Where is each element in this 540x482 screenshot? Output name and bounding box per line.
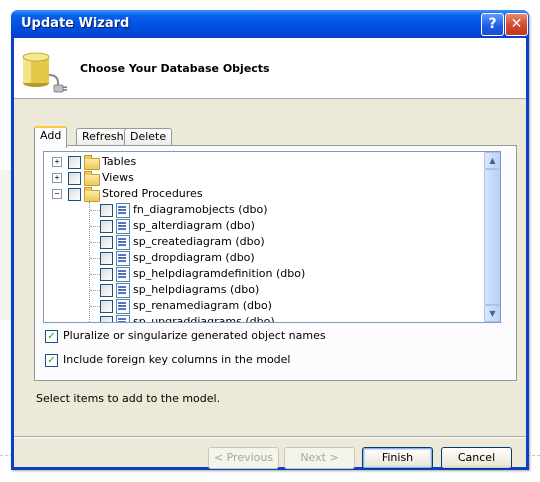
procedure-label: fn_diagramobjects (dbo) bbox=[133, 203, 268, 216]
foreign-keys-checkbox[interactable]: ✓ bbox=[45, 354, 58, 367]
close-icon: ✕ bbox=[510, 16, 523, 32]
pluralize-label: Pluralize or singularize generated objec… bbox=[63, 329, 326, 342]
procedure-checkbox[interactable] bbox=[100, 236, 113, 249]
procedure-checkbox[interactable] bbox=[100, 284, 113, 297]
procedure-checkbox[interactable] bbox=[100, 252, 113, 265]
button-separator bbox=[14, 436, 526, 438]
procedure-label: sp_renamediagram (dbo) bbox=[133, 299, 272, 312]
tree-viewport: + Tables + Views − Stored Procedures fn_… bbox=[44, 152, 484, 322]
stored-procedure-icon bbox=[116, 299, 130, 314]
scroll-up-button[interactable]: ▲ bbox=[484, 152, 500, 169]
next-button[interactable]: Next > bbox=[284, 447, 355, 469]
folder-icon bbox=[84, 187, 100, 202]
tree-item-procedure[interactable]: sp_alterdiagram (dbo) bbox=[44, 218, 484, 234]
database-objects-tree[interactable]: + Tables + Views − Stored Procedures fn_… bbox=[43, 151, 501, 323]
views-checkbox[interactable] bbox=[68, 172, 81, 185]
tree-item-procedure[interactable]: sp_creatediagram (dbo) bbox=[44, 234, 484, 250]
window-title: Update Wizard bbox=[21, 16, 130, 31]
dialog-client: Choose Your Database Objects Add Refresh… bbox=[14, 38, 526, 469]
chevron-up-icon: ▲ bbox=[489, 156, 496, 165]
tree-item-procedure[interactable]: sp_helpdiagramdefinition (dbo) bbox=[44, 266, 484, 282]
expand-icon[interactable]: + bbox=[52, 157, 62, 167]
tree-item-procedure[interactable]: sp_dropdiagram (dbo) bbox=[44, 250, 484, 266]
stored-procedure-icon bbox=[116, 203, 130, 218]
status-text: Select items to add to the model. bbox=[36, 392, 221, 405]
update-wizard-dialog: Update Wizard ? ✕ Choose Your Database O… bbox=[11, 10, 529, 470]
chevron-down-icon: ▼ bbox=[489, 309, 496, 318]
scrollbar-thumb[interactable] bbox=[484, 169, 500, 305]
procedure-checkbox[interactable] bbox=[100, 316, 113, 322]
procedure-label: sp_creatediagram (dbo) bbox=[133, 235, 265, 248]
procedure-checkbox[interactable] bbox=[100, 220, 113, 233]
tables-checkbox[interactable] bbox=[68, 156, 81, 169]
foreign-keys-label: Include foreign key columns in the model bbox=[63, 353, 291, 366]
procedure-checkbox[interactable] bbox=[100, 204, 113, 217]
procedure-label: sp_alterdiagram (dbo) bbox=[133, 219, 255, 232]
collapse-icon[interactable]: − bbox=[52, 189, 62, 199]
stored-procedures-checkbox[interactable] bbox=[68, 188, 81, 201]
stored-procedure-icon bbox=[116, 251, 130, 266]
procedure-label: sp_dropdiagram (dbo) bbox=[133, 251, 255, 264]
help-icon: ? bbox=[488, 16, 497, 32]
pluralize-checkbox[interactable]: ✓ bbox=[45, 330, 58, 343]
previous-button[interactable]: < Previous bbox=[208, 447, 279, 469]
tree-item-procedure[interactable]: fn_diagramobjects (dbo) bbox=[44, 202, 484, 218]
procedure-label: sp_helpdiagramdefinition (dbo) bbox=[133, 267, 306, 280]
expand-icon[interactable]: + bbox=[52, 173, 62, 183]
tree-node-label: Views bbox=[102, 171, 134, 184]
stored-procedure-icon bbox=[116, 315, 130, 322]
folder-icon bbox=[84, 171, 100, 186]
tree-node-views[interactable]: + Views bbox=[44, 170, 484, 186]
wizard-header: Choose Your Database Objects bbox=[14, 38, 526, 99]
help-button[interactable]: ? bbox=[481, 13, 504, 36]
folder-icon bbox=[84, 155, 100, 170]
tree-item-procedure[interactable]: sp_helpdiagrams (dbo) bbox=[44, 282, 484, 298]
tab-refresh-label: Refresh bbox=[82, 130, 124, 143]
database-icon bbox=[22, 52, 67, 93]
cancel-button[interactable]: Cancel bbox=[441, 447, 512, 469]
tab-delete[interactable]: Delete bbox=[124, 128, 173, 146]
tree-vertical-scrollbar[interactable]: ▲ ▼ bbox=[484, 152, 500, 322]
tree-guide-line bbox=[90, 322, 100, 323]
procedure-label: sp_helpdiagrams (dbo) bbox=[133, 283, 260, 296]
tree-node-label: Tables bbox=[102, 155, 137, 168]
tree-node-label: Stored Procedures bbox=[102, 187, 203, 200]
tab-delete-label: Delete bbox=[130, 130, 167, 143]
stored-procedure-icon bbox=[116, 235, 130, 250]
tab-add[interactable]: Add bbox=[34, 126, 68, 148]
page-title: Choose Your Database Objects bbox=[80, 62, 270, 75]
tree-node-stored-procedures[interactable]: − Stored Procedures bbox=[44, 186, 484, 202]
stored-procedure-icon bbox=[116, 283, 130, 298]
close-button[interactable]: ✕ bbox=[505, 13, 528, 36]
tab-panel-add: + Tables + Views − Stored Procedures fn_… bbox=[34, 145, 517, 381]
procedure-checkbox[interactable] bbox=[100, 268, 113, 281]
tree-node-tables[interactable]: + Tables bbox=[44, 154, 484, 170]
tab-refresh[interactable]: Refresh bbox=[76, 128, 130, 146]
stored-procedure-icon bbox=[116, 219, 130, 234]
scroll-down-button[interactable]: ▼ bbox=[484, 305, 500, 322]
tree-item-procedure[interactable]: sp_renamediagram (dbo) bbox=[44, 298, 484, 314]
title-bar[interactable]: Update Wizard ? ✕ bbox=[11, 10, 529, 38]
tab-add-label: Add bbox=[40, 129, 62, 142]
procedure-checkbox[interactable] bbox=[100, 300, 113, 313]
finish-button[interactable]: Finish bbox=[362, 447, 433, 469]
stored-procedure-icon bbox=[116, 267, 130, 282]
tree-item-procedure[interactable]: sp_upgraddiagrams (dbo) bbox=[44, 314, 484, 323]
procedure-label: sp_upgraddiagrams (dbo) bbox=[133, 315, 275, 323]
